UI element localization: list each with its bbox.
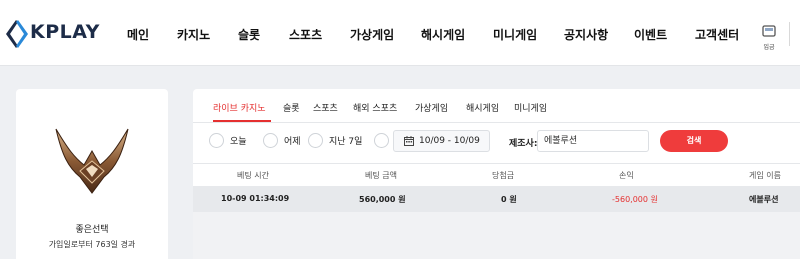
- cell-bet-time: 10-09 01:34:09: [221, 194, 290, 203]
- col-game-name: 게임 이름: [749, 171, 781, 180]
- nav-casino[interactable]: 카지노: [177, 26, 210, 43]
- calendar-icon: [404, 136, 414, 146]
- radio-last-7-days-label: 지난 7일: [329, 137, 363, 147]
- col-bet-amount: 베팅 금액: [365, 171, 397, 180]
- nav-slot[interactable]: 슬롯: [238, 26, 260, 43]
- header-divider: [789, 22, 790, 46]
- deposit-button[interactable]: 입금: [760, 22, 778, 51]
- radio-circle[interactable]: [308, 133, 323, 148]
- date-range-picker[interactable]: 10/09 - 10/09: [393, 130, 490, 152]
- top-header: KPLAY 메인 카지노 슬롯 스포츠 가상게임 해시게임 미니게임 공지사항 …: [0, 0, 800, 66]
- wallet-icon: [762, 25, 776, 37]
- table-header: 베팅 시간 베팅 금액 당첨금 손익 게임 이름: [193, 163, 800, 186]
- deposit-label: 입금: [763, 44, 775, 51]
- radio-custom-range[interactable]: [374, 133, 389, 148]
- nav-event[interactable]: 이벤트: [634, 26, 667, 43]
- col-bet-time: 베팅 시간: [237, 171, 269, 180]
- cell-winnings: 0 원: [501, 195, 517, 204]
- nav-sports[interactable]: 스포츠: [289, 26, 322, 43]
- nav-main[interactable]: 메인: [127, 26, 149, 43]
- tab-mini-game[interactable]: 미니게임: [514, 101, 547, 114]
- col-profit-loss: 손익: [619, 171, 634, 180]
- tab-virtual-game[interactable]: 가상게임: [415, 101, 448, 114]
- tab-slot[interactable]: 슬롯: [283, 101, 300, 114]
- radio-yesterday[interactable]: 어제: [263, 133, 301, 148]
- logo[interactable]: [4, 18, 30, 50]
- tab-overseas-sports[interactable]: 해외 스포츠: [353, 101, 397, 114]
- radio-circle[interactable]: [209, 133, 224, 148]
- col-winnings: 당첨금: [492, 171, 515, 180]
- table-body: [193, 212, 800, 259]
- radio-today[interactable]: 오늘: [209, 133, 247, 148]
- rank-emblem-icon: [55, 128, 129, 194]
- nav-virtual-game[interactable]: 가상게임: [350, 26, 394, 43]
- radio-last-7-days[interactable]: 지난 7일: [308, 133, 362, 148]
- nav-customer-center[interactable]: 고객센터: [695, 26, 739, 43]
- tab-live-casino[interactable]: 라이브 카지노: [213, 101, 266, 114]
- nav-mini-game[interactable]: 미니게임: [493, 26, 537, 43]
- profile-join-days: 가입일로부터 763일 경과: [48, 240, 136, 249]
- radio-circle[interactable]: [263, 133, 278, 148]
- cell-profit-loss: -560,000 원: [612, 195, 658, 204]
- profile-name: 좋은선택: [75, 225, 109, 235]
- bet-history-panel: 라이브 카지노 슬롯 스포츠 해외 스포츠 가상게임 해시게임 미니게임 오늘 …: [193, 89, 800, 259]
- profile-card: 좋은선택 가입일로부터 763일 경과: [16, 89, 168, 259]
- radio-circle[interactable]: [374, 133, 389, 148]
- filter-row: 오늘 어제 지난 7일 10/09 - 10/09 제조사: 에볼루션 검색: [193, 123, 800, 163]
- nav-notice[interactable]: 공지사항: [564, 26, 608, 43]
- radio-yesterday-label: 어제: [284, 137, 301, 147]
- logo-text[interactable]: KPLAY: [30, 21, 100, 43]
- date-range-value: 10/09 - 10/09: [419, 136, 480, 146]
- cell-bet-amount: 560,000 원: [359, 195, 406, 204]
- search-button[interactable]: 검색: [660, 130, 728, 152]
- radio-today-label: 오늘: [230, 137, 247, 147]
- tab-sports[interactable]: 스포츠: [313, 101, 338, 114]
- kplay-logo-icon: [6, 20, 28, 48]
- tab-hash-game[interactable]: 해시게임: [466, 101, 499, 114]
- table-row[interactable]: 10-09 01:34:09 560,000 원 0 원 -560,000 원 …: [193, 186, 800, 212]
- maker-label: 제조사:: [509, 139, 538, 149]
- maker-select[interactable]: 에볼루션: [537, 130, 649, 152]
- nav-hash-game[interactable]: 해시게임: [421, 26, 465, 43]
- cell-game-name: 에볼루션: [749, 195, 779, 204]
